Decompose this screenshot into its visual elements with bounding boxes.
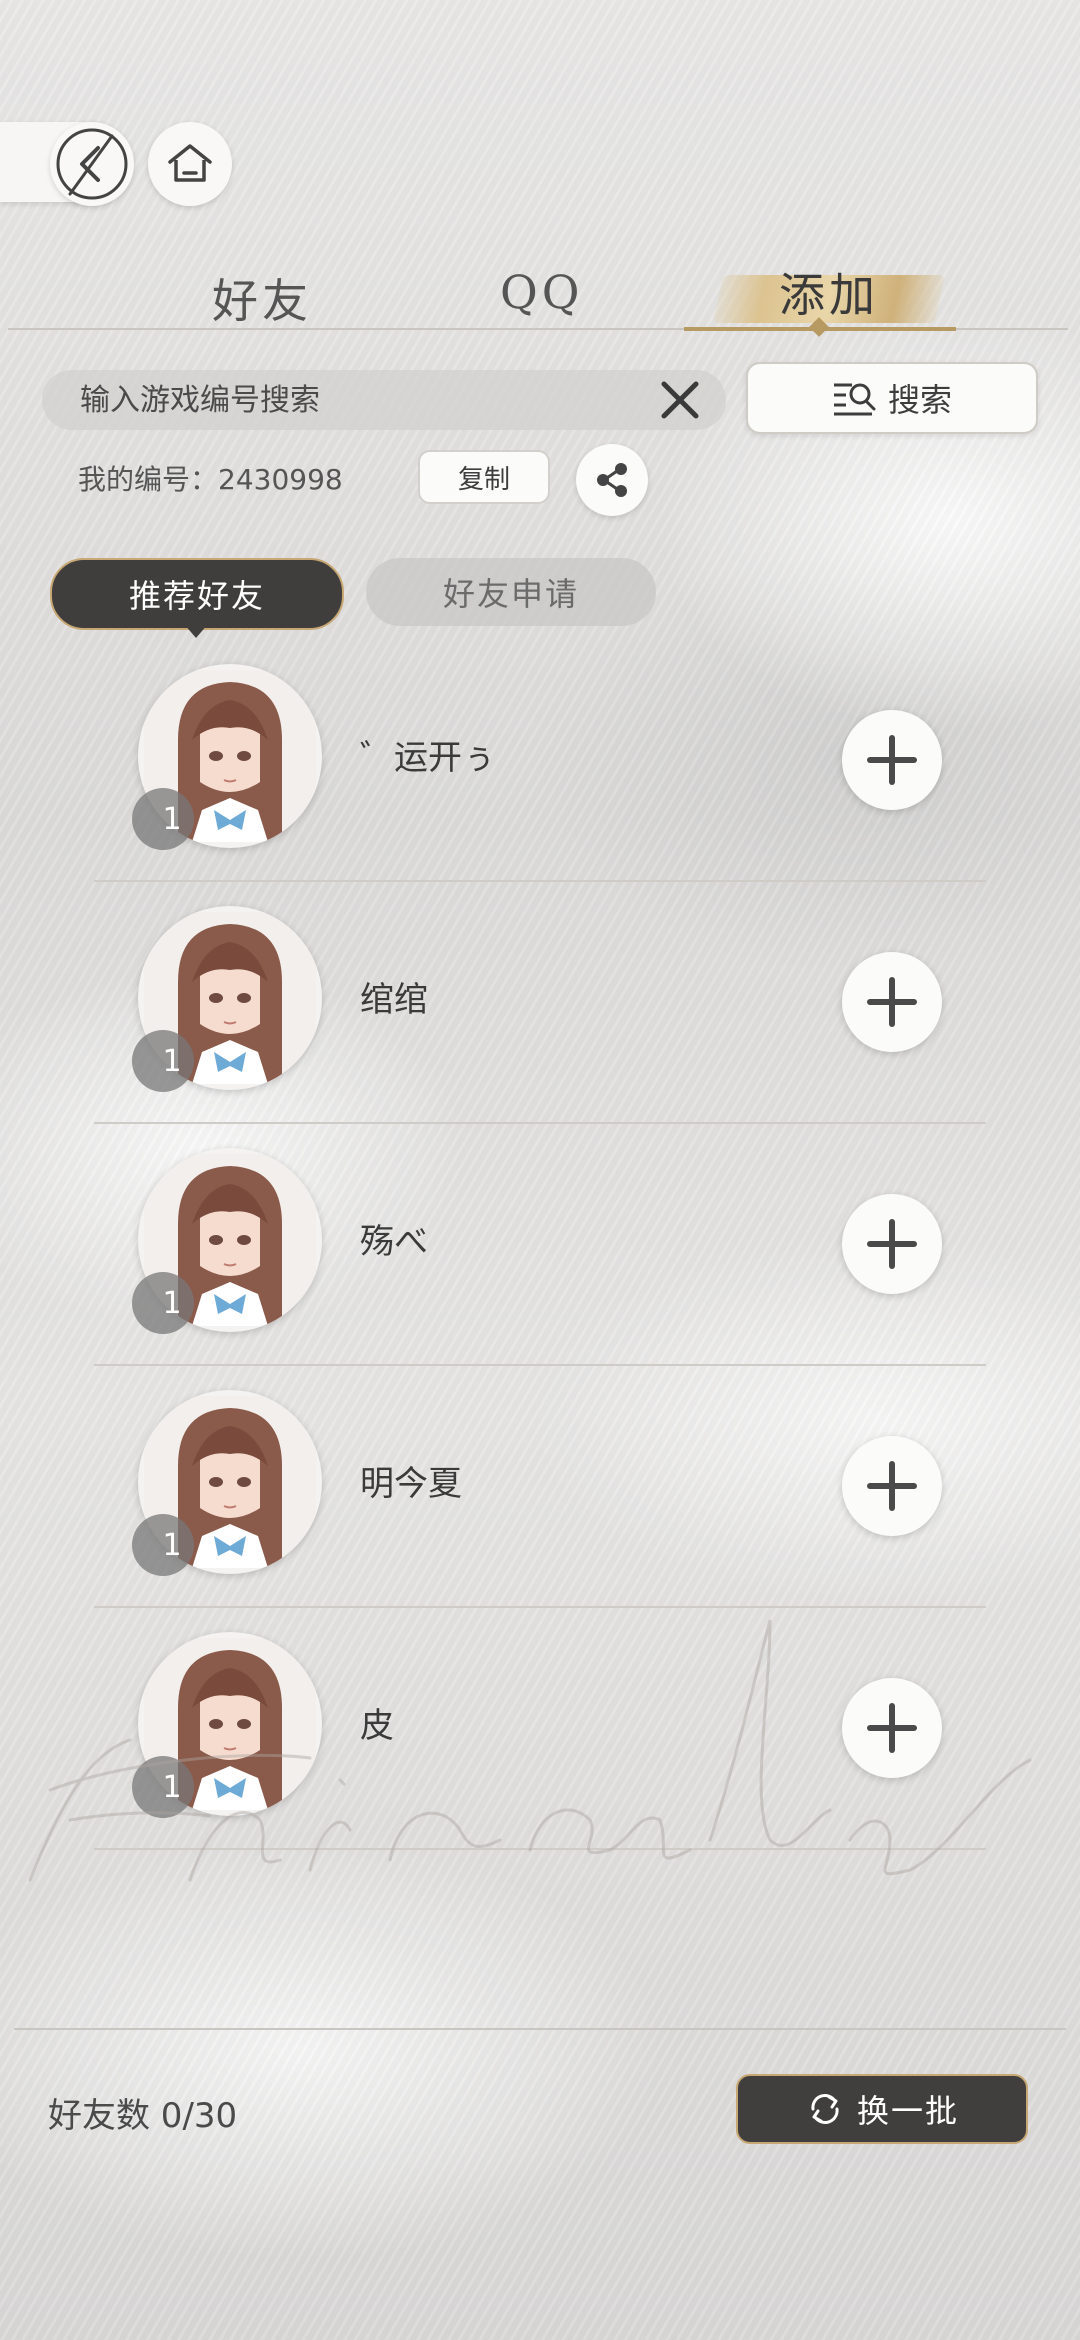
friend-row: 1 皮 — [0, 1628, 1080, 1870]
row-divider — [94, 1848, 986, 1850]
subtab-friend-requests[interactable]: 好友申请 — [366, 558, 656, 626]
copy-button[interactable]: 复制 — [418, 450, 550, 504]
row-divider — [94, 1122, 986, 1124]
level-badge: 1 — [132, 1030, 194, 1092]
friend-name: 殇べ — [360, 1222, 428, 1262]
tab-add[interactable]: 添加 — [712, 268, 946, 323]
back-arrow-icon — [56, 128, 128, 200]
friend-row: 1 ゛运开ぅ — [0, 660, 1080, 902]
footer-divider — [14, 2028, 1066, 2030]
level-badge: 1 — [132, 1272, 194, 1334]
back-button[interactable] — [50, 122, 134, 206]
friend-name: 绾绾 — [360, 980, 428, 1020]
add-friend-button[interactable] — [842, 1194, 942, 1294]
add-friend-button[interactable] — [842, 1678, 942, 1778]
add-friend-button[interactable] — [842, 710, 942, 810]
home-icon — [168, 144, 212, 182]
friend-row: 1 明今夏 — [0, 1386, 1080, 1628]
close-icon — [661, 381, 699, 419]
level-badge: 1 — [132, 1756, 194, 1818]
plus-icon — [867, 977, 917, 1027]
row-divider — [94, 880, 986, 882]
plus-icon — [867, 1461, 917, 1511]
tab-add-label: 添加 — [779, 268, 879, 322]
search-field — [42, 370, 726, 430]
tab-qq[interactable]: QQ — [500, 265, 583, 319]
clear-search-button[interactable] — [658, 378, 702, 422]
main-tabs: 好友 QQ 添加 — [0, 255, 1080, 335]
level-badge: 1 — [132, 1514, 194, 1576]
plus-icon — [867, 1703, 917, 1753]
friend-name: ゛运开ぅ — [360, 738, 496, 778]
add-friend-button[interactable] — [842, 952, 942, 1052]
search-list-icon — [833, 383, 876, 416]
friend-row: 1 殇べ — [0, 1144, 1080, 1386]
row-divider — [94, 1606, 986, 1608]
search-input[interactable] — [80, 370, 640, 430]
friend-name: 皮 — [360, 1706, 394, 1746]
add-friend-button[interactable] — [842, 1436, 942, 1536]
level-badge: 1 — [132, 788, 194, 850]
home-button[interactable] — [148, 122, 232, 206]
friend-count: 好友数 0/30 — [48, 2096, 238, 2136]
my-id-text: 我的编号：2430998 — [78, 463, 343, 496]
tab-friends[interactable]: 好友 — [212, 265, 312, 331]
plus-icon — [867, 735, 917, 785]
refresh-button-label: 换一批 — [856, 2092, 959, 2130]
search-button-label: 搜索 — [887, 381, 952, 419]
subtab-pointer — [184, 624, 208, 638]
friend-name: 明今夏 — [360, 1464, 462, 1504]
subtab-recommended-friends[interactable]: 推荐好友 — [50, 558, 344, 630]
refresh-batch-button[interactable]: 换一批 — [736, 2074, 1028, 2144]
share-icon — [597, 463, 627, 497]
search-button[interactable]: 搜索 — [746, 362, 1038, 434]
plus-icon — [867, 1219, 917, 1269]
refresh-icon — [811, 2094, 839, 2124]
friend-row: 1 绾绾 — [0, 902, 1080, 1144]
share-button[interactable] — [576, 444, 648, 516]
row-divider — [94, 1364, 986, 1366]
